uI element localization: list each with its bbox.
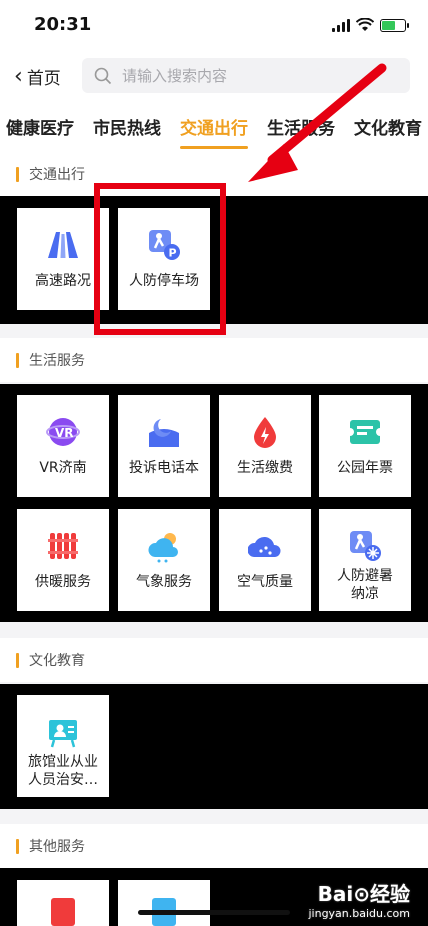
baidu-jingyan-watermark: Bai⊙经验 jingyan.baidu.com xyxy=(308,878,410,920)
section-title: 文化教育 xyxy=(29,653,85,669)
service-label: 投诉电话本 xyxy=(129,460,199,476)
category-tabs: 健康医疗 市民热线 交通出行 生活服务 文化教育 xyxy=(0,100,428,152)
service-other-1[interactable] xyxy=(17,880,109,926)
section-title: 其他服务 xyxy=(29,839,85,855)
section-header-culture: 文化教育 xyxy=(0,638,428,682)
section-accent-bar xyxy=(16,352,19,368)
ticket-icon xyxy=(348,415,382,449)
tab-health[interactable]: 健康医疗 xyxy=(6,100,74,152)
back-label: 首页 xyxy=(26,69,61,89)
service-label: 公园年票 xyxy=(337,460,393,476)
service-air[interactable]: 空气质量 xyxy=(219,509,311,611)
watermark-logo: Bai⊙经验 xyxy=(317,882,410,906)
status-time: 20:31 xyxy=(34,14,92,35)
status-bar: 20:31 xyxy=(0,0,428,50)
air-icon xyxy=(248,529,282,563)
tab-life[interactable]: 生活服务 xyxy=(267,100,335,152)
shelter-icon xyxy=(348,529,382,563)
complaint-icon xyxy=(147,415,181,449)
service-other-2[interactable] xyxy=(118,880,210,926)
service-label: 供暖服务 xyxy=(35,574,91,590)
section-header-life: 生活服务 xyxy=(0,338,428,382)
service-label: 空气质量 xyxy=(237,574,293,590)
service-hotel-staff[interactable]: 旅馆业从业人员治安… xyxy=(17,695,109,797)
service-heating[interactable]: 供暖服务 xyxy=(17,509,109,611)
tab-traffic[interactable]: 交通出行 xyxy=(180,100,248,152)
service-label: 人防避暑纳凉 xyxy=(337,568,393,602)
parking-icon: P xyxy=(147,228,181,262)
service-utility[interactable]: 生活缴费 xyxy=(219,395,311,497)
hotel-staff-icon xyxy=(46,715,80,749)
section-title: 生活服务 xyxy=(29,353,85,369)
status-icons xyxy=(332,18,409,32)
search-box[interactable] xyxy=(82,58,410,93)
watermark-url: jingyan.baidu.com xyxy=(308,907,410,920)
section-header-other: 其他服务 xyxy=(0,824,428,868)
service-label: 旅馆业从业人员治安… xyxy=(28,754,98,788)
section-title: 交通出行 xyxy=(29,167,85,183)
section-accent-bar xyxy=(16,166,19,182)
culture-grid: 旅馆业从业人员治安… xyxy=(0,684,428,809)
wifi-icon xyxy=(356,18,374,31)
back-button[interactable]: ‹ 首页 xyxy=(14,64,61,89)
nav-bar: ‹ 首页 xyxy=(0,50,428,100)
home-indicator xyxy=(138,910,290,915)
battery-icon xyxy=(380,18,409,32)
tab-hotline[interactable]: 市民热线 xyxy=(93,100,161,152)
service-highway[interactable]: 高速路况 xyxy=(17,208,109,310)
service-label: 人防停车场 xyxy=(129,273,199,289)
other-service-icon xyxy=(46,896,80,926)
service-label: 气象服务 xyxy=(136,574,192,590)
traffic-grid: 高速路况 P 人防停车场 xyxy=(0,196,428,324)
signal-icon xyxy=(332,18,350,32)
service-weather[interactable]: 气象服务 xyxy=(118,509,210,611)
service-complaint[interactable]: 投诉电话本 xyxy=(118,395,210,497)
chevron-left-icon: ‹ xyxy=(14,63,23,89)
section-header-traffic: 交通出行 xyxy=(0,152,428,196)
life-grid: VR VR济南 投诉电话本 生活缴费 公园年票 供暖服务 气象服务 空气质量 人… xyxy=(0,384,428,622)
search-icon xyxy=(94,67,112,84)
weather-icon xyxy=(147,529,181,563)
service-label: 高速路况 xyxy=(35,273,91,289)
service-label: VR济南 xyxy=(39,460,87,476)
tab-culture[interactable]: 文化教育 xyxy=(354,100,422,152)
search-input[interactable] xyxy=(122,66,382,85)
service-label: 生活缴费 xyxy=(237,460,293,476)
svg-text:P: P xyxy=(169,247,177,260)
service-parking[interactable]: P 人防停车场 xyxy=(118,208,210,310)
vr-icon: VR xyxy=(46,415,80,449)
service-vr[interactable]: VR VR济南 xyxy=(17,395,109,497)
service-park-ticket[interactable]: 公园年票 xyxy=(319,395,411,497)
section-accent-bar xyxy=(16,652,19,668)
highway-icon xyxy=(46,228,80,262)
heating-icon xyxy=(46,529,80,563)
service-shelter[interactable]: 人防避暑纳凉 xyxy=(319,509,411,611)
svg-text:VR: VR xyxy=(55,426,74,440)
section-accent-bar xyxy=(16,838,19,854)
utility-icon xyxy=(248,415,282,449)
